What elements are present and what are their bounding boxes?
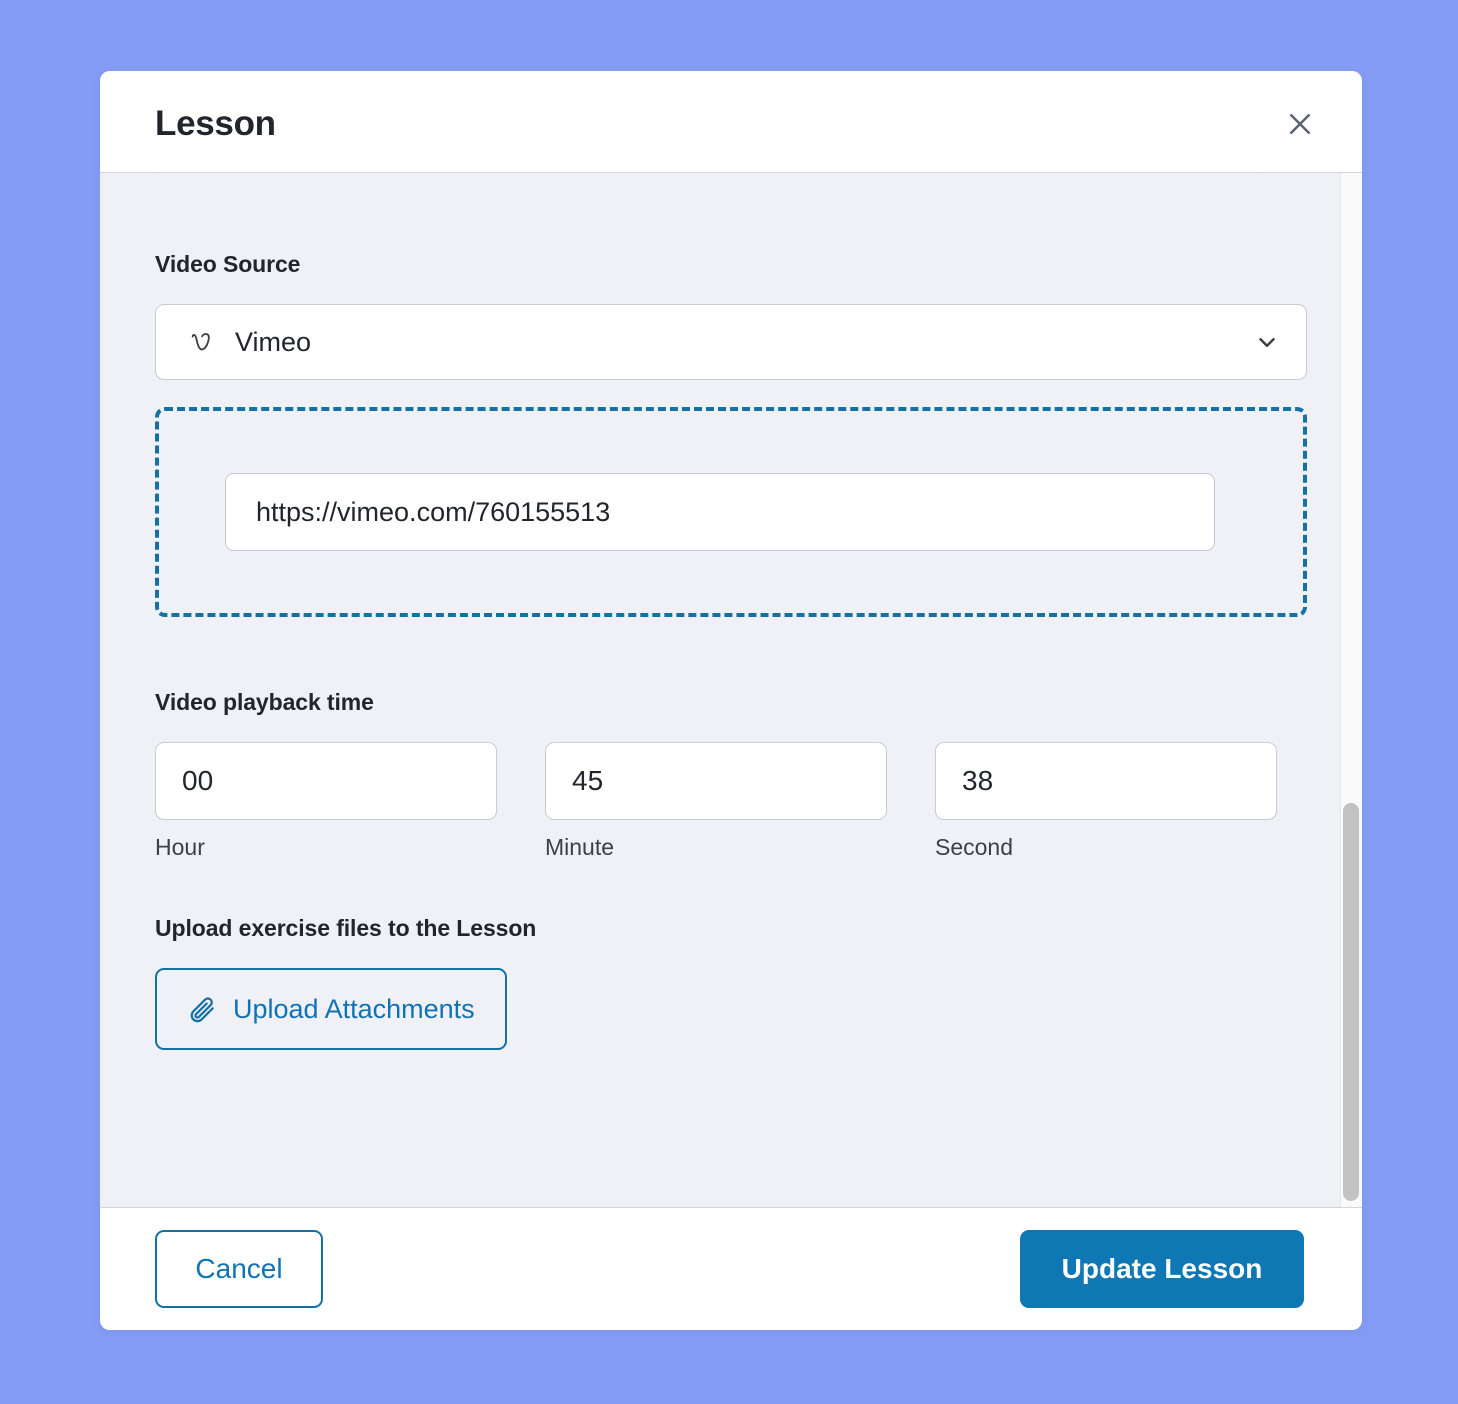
scrolled-content-edge [155, 173, 1263, 176]
hour-caption: Hour [155, 834, 205, 860]
upload-attachments-button[interactable]: Upload Attachments [155, 968, 507, 1050]
update-lesson-button[interactable]: Update Lesson [1020, 1230, 1304, 1308]
second-input[interactable] [935, 742, 1277, 820]
video-source-label: Video Source [155, 251, 301, 277]
second-caption: Second [935, 834, 1014, 860]
video-source-select[interactable]: Vimeo [155, 304, 1307, 380]
minute-input[interactable] [545, 742, 887, 820]
playback-time-row: Hour Minute Second [155, 742, 1307, 861]
modal-scrollbar-thumb[interactable] [1343, 803, 1359, 1201]
video-url-input[interactable] [225, 473, 1215, 551]
minute-caption: Minute [545, 834, 615, 860]
upload-attachments-label: Upload Attachments [233, 993, 475, 1024]
video-source-value: Vimeo [235, 326, 312, 357]
lesson-modal: Lesson Video Source Vimeo https://vimeo.… [100, 71, 1362, 1330]
second-cell: Second [935, 742, 1277, 861]
close-icon [1285, 109, 1315, 139]
modal-scrollbar-track[interactable] [1340, 173, 1362, 1207]
video-url-dropzone[interactable] [155, 407, 1307, 617]
hour-input[interactable] [155, 742, 497, 820]
modal-footer: Cancel Update Lesson [100, 1207, 1362, 1330]
vimeo-icon [186, 327, 216, 357]
hour-cell: Hour [155, 742, 497, 861]
modal-header: Lesson [100, 71, 1362, 173]
paperclip-icon [187, 994, 217, 1024]
playback-time-label: Video playback time [155, 689, 374, 715]
close-button[interactable] [1280, 104, 1320, 144]
cancel-button[interactable]: Cancel [155, 1230, 323, 1308]
modal-body: Video Source Vimeo Video playback time [100, 173, 1362, 1207]
page-title: Lesson [155, 104, 276, 143]
chevron-down-icon [1254, 329, 1280, 355]
minute-cell: Minute [545, 742, 887, 861]
upload-exercise-files-label: Upload exercise files to the Lesson [155, 915, 537, 941]
